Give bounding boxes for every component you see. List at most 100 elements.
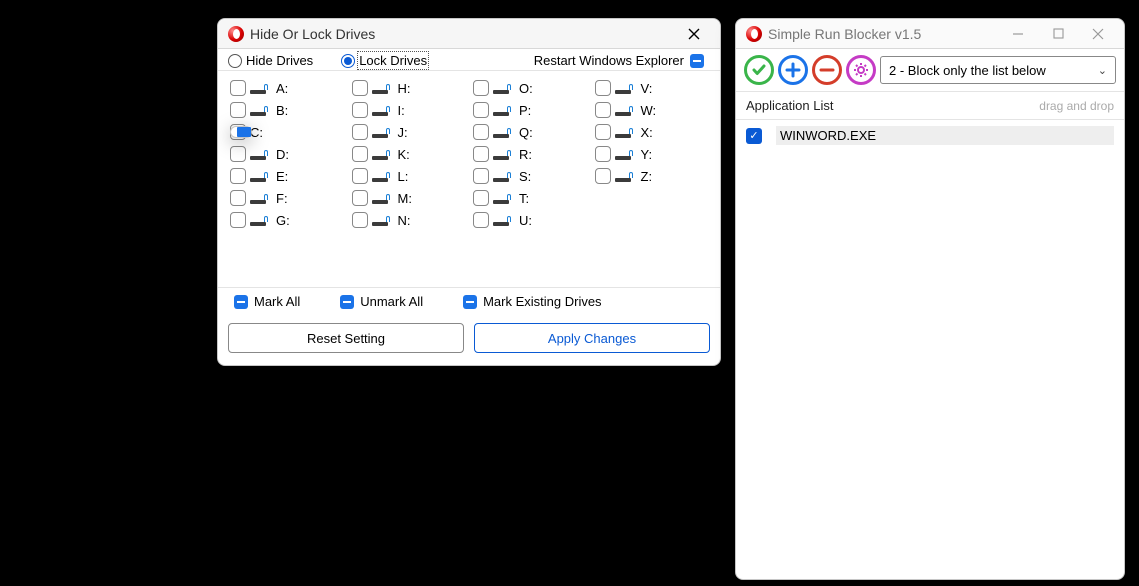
drive-letter: X: xyxy=(641,125,653,140)
drive-letter: N: xyxy=(398,213,411,228)
drive-checkbox[interactable] xyxy=(230,168,246,184)
drive-icon xyxy=(372,82,394,94)
drive-checkbox[interactable] xyxy=(352,124,368,140)
radio-dot-icon xyxy=(341,54,355,68)
maximize-icon xyxy=(1053,28,1064,39)
lock-drives-radio[interactable]: Lock Drives xyxy=(341,53,427,68)
drive-checkbox[interactable] xyxy=(352,80,368,96)
radio-label: Lock Drives xyxy=(359,53,427,68)
drive-checkbox[interactable] xyxy=(473,102,489,118)
drive-item: C: xyxy=(226,121,348,143)
drive-column: O:P:Q:R:S:T:U: xyxy=(469,77,591,281)
drive-item: D: xyxy=(226,143,348,165)
drive-item: G: xyxy=(226,209,348,231)
drive-letter: A: xyxy=(276,81,288,96)
apply-changes-button[interactable]: Apply Changes xyxy=(474,323,710,353)
drive-icon xyxy=(250,104,272,116)
drive-item: Y: xyxy=(591,143,713,165)
drive-item: M: xyxy=(348,187,470,209)
drive-checkbox[interactable] xyxy=(595,80,611,96)
drive-checkbox[interactable] xyxy=(473,190,489,206)
radio-dot-icon xyxy=(228,54,242,68)
drive-checkbox[interactable] xyxy=(595,168,611,184)
list-header: Application List drag and drop xyxy=(736,92,1124,120)
drive-letter: S: xyxy=(519,169,531,184)
drive-checkbox[interactable] xyxy=(352,212,368,228)
apply-button[interactable] xyxy=(744,55,774,85)
maximize-button[interactable] xyxy=(1038,19,1078,49)
drive-icon xyxy=(250,170,272,182)
titlebar[interactable]: Hide Or Lock Drives xyxy=(218,19,720,49)
close-button[interactable] xyxy=(1078,19,1118,49)
hide-drives-radio[interactable]: Hide Drives xyxy=(228,53,313,68)
drive-checkbox[interactable] xyxy=(473,212,489,228)
add-button[interactable] xyxy=(778,55,808,85)
chevron-down-icon: ⌄ xyxy=(1098,64,1107,77)
check-icon xyxy=(751,62,767,78)
app-row[interactable]: WINWORD.EXE xyxy=(736,120,1124,151)
drive-letter: M: xyxy=(398,191,412,206)
minus-icon xyxy=(234,295,248,309)
gear-icon xyxy=(853,62,869,78)
select-value: 2 - Block only the list below xyxy=(889,63,1046,78)
drive-icon xyxy=(615,148,637,160)
unmark-all-link[interactable]: Unmark All xyxy=(334,294,423,309)
drive-checkbox[interactable] xyxy=(230,102,246,118)
drive-item: X: xyxy=(591,121,713,143)
drive-letter: B: xyxy=(276,103,288,118)
mode-row: Hide Drives Lock Drives Restart Windows … xyxy=(218,49,720,71)
restart-explorer-link[interactable]: Restart Windows Explorer xyxy=(534,53,710,68)
drive-checkbox[interactable] xyxy=(595,102,611,118)
app-checkbox[interactable] xyxy=(746,128,762,144)
drive-checkbox[interactable] xyxy=(352,190,368,206)
drive-checkbox[interactable] xyxy=(230,146,246,162)
drive-checkbox[interactable] xyxy=(352,102,368,118)
drive-checkbox[interactable] xyxy=(352,146,368,162)
link-label: Mark All xyxy=(254,294,300,309)
bottom-links: Mark All Unmark All Mark Existing Drives xyxy=(218,287,720,315)
drive-item: K: xyxy=(348,143,470,165)
list-header-label: Application List xyxy=(746,98,833,113)
link-label: Unmark All xyxy=(360,294,423,309)
close-icon xyxy=(688,28,700,40)
window-title: Hide Or Lock Drives xyxy=(250,26,674,42)
close-button[interactable] xyxy=(674,19,714,49)
drive-checkbox[interactable] xyxy=(595,146,611,162)
minimize-button[interactable] xyxy=(998,19,1038,49)
drive-letter: D: xyxy=(276,147,289,162)
drive-letter: J: xyxy=(398,125,408,140)
titlebar[interactable]: Simple Run Blocker v1.5 xyxy=(736,19,1124,49)
drive-item: I: xyxy=(348,99,470,121)
drive-icon xyxy=(372,214,394,226)
drive-letter: G: xyxy=(276,213,290,228)
toolbar: 2 - Block only the list below ⌄ xyxy=(736,49,1124,92)
drive-item: Z: xyxy=(591,165,713,187)
drive-checkbox[interactable] xyxy=(230,80,246,96)
drive-icon xyxy=(372,170,394,182)
remove-button[interactable] xyxy=(812,55,842,85)
drive-item: S: xyxy=(469,165,591,187)
drive-icon xyxy=(250,214,272,226)
drive-checkbox[interactable] xyxy=(352,168,368,184)
drive-checkbox[interactable] xyxy=(595,124,611,140)
drive-checkbox[interactable] xyxy=(473,80,489,96)
drive-checkbox[interactable] xyxy=(473,124,489,140)
drive-letter: P: xyxy=(519,103,531,118)
drive-item: B: xyxy=(226,99,348,121)
drive-letter: O: xyxy=(519,81,533,96)
mark-all-link[interactable]: Mark All xyxy=(228,294,300,309)
application-list[interactable]: WINWORD.EXE xyxy=(736,120,1124,579)
drive-letter: U: xyxy=(519,213,532,228)
settings-button[interactable] xyxy=(846,55,876,85)
reset-setting-button[interactable]: Reset Setting xyxy=(228,323,464,353)
drive-letter: W: xyxy=(641,103,657,118)
mode-select[interactable]: 2 - Block only the list below ⌄ xyxy=(880,56,1116,84)
mark-existing-link[interactable]: Mark Existing Drives xyxy=(457,294,601,309)
drive-item: V: xyxy=(591,77,713,99)
drive-checkbox[interactable] xyxy=(473,146,489,162)
drive-checkbox[interactable] xyxy=(230,212,246,228)
drive-checkbox[interactable] xyxy=(473,168,489,184)
drive-item: U: xyxy=(469,209,591,231)
drives-grid: A:B:C:D:E:F:G: H:I:J:K:L:M:N: O:P:Q:R:S:… xyxy=(218,71,720,287)
drive-checkbox[interactable] xyxy=(230,190,246,206)
